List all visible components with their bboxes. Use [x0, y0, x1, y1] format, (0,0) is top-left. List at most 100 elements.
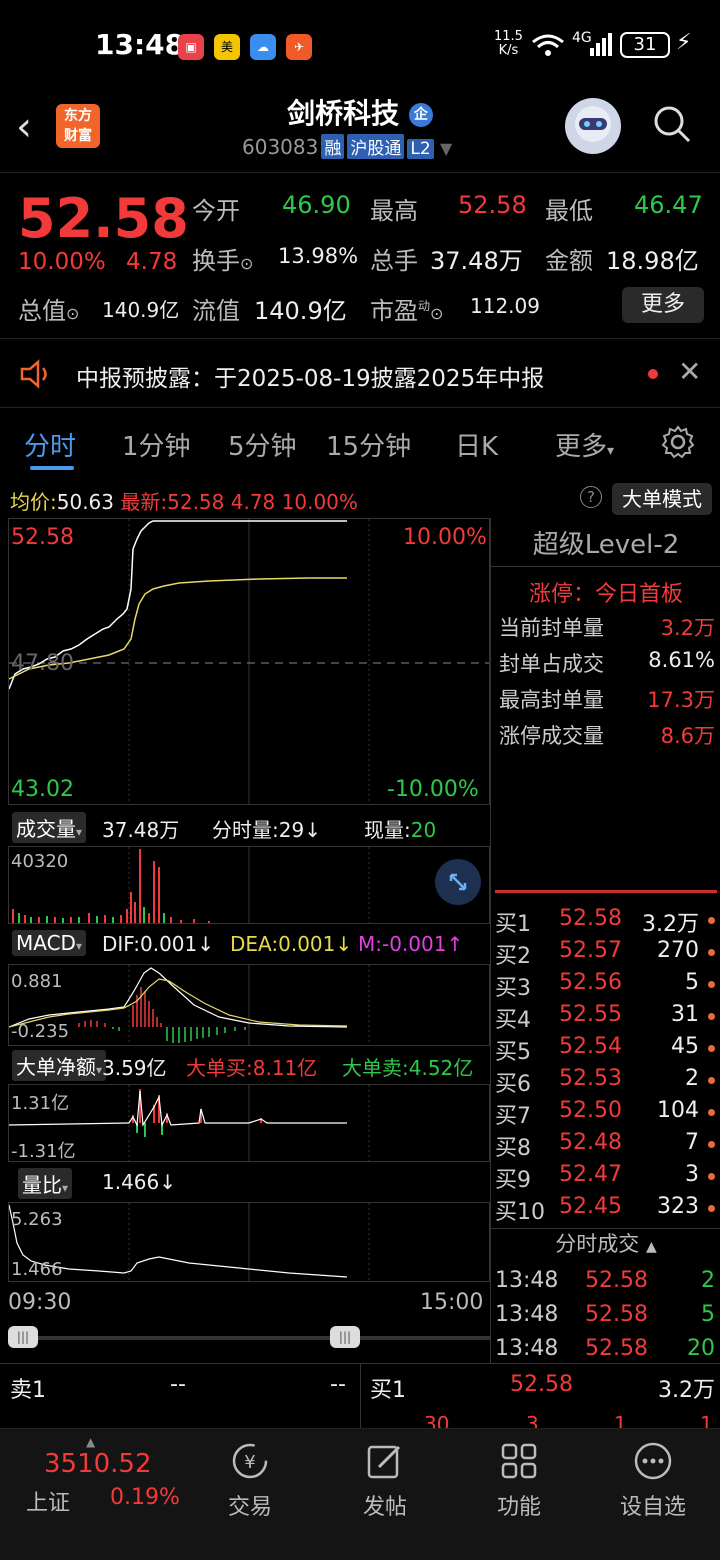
status-time: 13:48 [95, 28, 185, 61]
index-widget[interactable]: ▲ 3510.52 上证 0.19% [0, 1429, 190, 1560]
zoom-slider-track[interactable] [8, 1336, 490, 1340]
order-dot-icon [708, 1045, 715, 1052]
macd-indicator-button[interactable]: MACD▾ [12, 930, 86, 956]
wifi-icon [532, 34, 564, 56]
macd-lines [9, 965, 370, 1045]
book-level-label: 买10 [495, 1200, 545, 1225]
volume-indicator-button[interactable]: 成交量▾ [12, 812, 87, 843]
book-level-label: 买1 [495, 912, 531, 937]
zoom-slider-left-handle[interactable]: ||| [8, 1326, 38, 1348]
order-book-row[interactable]: 买5 52.54 45 [495, 1034, 717, 1066]
expand-icon[interactable] [435, 859, 481, 905]
nav-post[interactable]: 发帖 [318, 1429, 452, 1560]
big-order-mode-button[interactable]: 大单模式 [612, 483, 712, 515]
low-label: 最低 [545, 197, 593, 225]
nav-functions[interactable]: 功能 [452, 1429, 586, 1560]
notice-bar[interactable]: 中报预披露：于2025-08-19披露2025年中报 ✕ [0, 338, 720, 408]
tick-price: 52.58 [585, 1302, 648, 1327]
big-order-sell: 大单卖:4.52亿 [342, 1056, 474, 1080]
order-dot-icon [708, 949, 715, 956]
period-tabs: 分时 1分钟 5分钟 15分钟 日K 更多▾ [0, 408, 720, 480]
macd-m: M:-0.001↑ [358, 932, 464, 956]
order-book-row[interactable]: 买2 52.57 270 [495, 938, 717, 970]
tick-trades-title[interactable]: 分时成交 ▲ [491, 1228, 720, 1258]
time-axis-start: 09:30 [8, 1290, 72, 1315]
info-icon: ⊙ [66, 304, 80, 323]
tab-1min[interactable]: 1分钟 [122, 426, 191, 463]
tab-5min[interactable]: 5分钟 [228, 426, 297, 463]
volume-bars [12, 847, 370, 923]
status-bar: 13:48 ▣ 美 ☁ ✈ 11.5 K/s 4G 31 ⚡ [0, 0, 720, 90]
book-volume: 104 [657, 1098, 699, 1123]
charging-icon: ⚡ [676, 30, 692, 55]
open-value: 46.90 [282, 191, 351, 219]
order-book-row[interactable]: 买3 52.56 5 [495, 970, 717, 1002]
volume-ratio-chart[interactable]: 5.263 1.466 [8, 1202, 490, 1282]
battery-icon: 31 [620, 32, 670, 58]
order-book-row[interactable]: 买6 52.53 2 [495, 1066, 717, 1098]
nav-trade[interactable]: ¥ 交易 [183, 1429, 317, 1560]
intraday-price-chart[interactable]: 52.58 10.00% 47.80 43.02 -10.00% [8, 518, 490, 805]
trade-icon: ¥ [232, 1443, 268, 1479]
volume-ratio-button[interactable]: 量比▾ [18, 1168, 73, 1199]
buy1-label: 买1 [370, 1378, 406, 1403]
pe-label: 市盈动⊙ [370, 297, 444, 325]
macd-header: MACD▾ DIF:0.001↓ DEA:0.001↓ M:-0.001↑ [8, 926, 490, 964]
book-price: 52.56 [559, 970, 622, 995]
close-icon[interactable]: ✕ [678, 355, 701, 388]
volume-ratio-value: 1.466↓ [102, 1170, 177, 1194]
tab-more[interactable]: 更多▾ [555, 426, 614, 463]
tab-15min[interactable]: 15分钟 [326, 426, 411, 463]
book-level-label: 买5 [495, 1040, 531, 1065]
more-button[interactable]: 更多 [622, 287, 704, 323]
amount-value: 18.98亿 [606, 247, 699, 275]
active-tab-indicator [30, 466, 74, 470]
book-volume: 2 [685, 1066, 699, 1091]
book-level-label: 买9 [495, 1168, 531, 1193]
mktcap-label: 总值⊙ [18, 297, 80, 325]
book-level-label: 买2 [495, 944, 531, 969]
macd-chart[interactable]: 0.881 -0.235 [8, 964, 490, 1046]
big-order-indicator-button[interactable]: 大单净额▾ [12, 1050, 107, 1081]
order-dot-icon [708, 1013, 715, 1020]
order-book-row[interactable]: 买8 52.48 7 [495, 1130, 717, 1162]
book-level-label: 买4 [495, 1008, 531, 1033]
assistant-robot-icon[interactable] [565, 98, 621, 154]
bottom-quote-strip: 卖1 -- -- 买1 52.58 3.2万 30 3 1 1 [0, 1363, 720, 1436]
book-volume: 5 [685, 970, 699, 995]
tick-time: 13:48 [495, 1336, 559, 1361]
cloud-app-icon: ☁ [250, 34, 276, 60]
help-icon[interactable]: ? [580, 486, 602, 508]
book-price: 52.54 [559, 1034, 622, 1059]
nav-watchlist[interactable]: 设自选 [586, 1429, 720, 1560]
level2-title: 超级Level-2 [532, 530, 680, 560]
order-book-row[interactable]: 买10 52.45 323 [495, 1194, 717, 1226]
order-book-row[interactable]: 买1 52.58 3.2万 [495, 906, 717, 938]
open-label: 今开 [192, 197, 240, 225]
big-order-header: 大单净额▾ 3.59亿 大单买:8.11亿 大单卖:4.52亿 [8, 1046, 490, 1084]
grid-icon [501, 1443, 537, 1479]
quote-panel: 52.58 10.00% 4.78 今开 46.90 最高 52.58 最低 4… [0, 172, 720, 337]
settings-gear-icon[interactable] [660, 424, 696, 460]
zoom-slider-right-handle[interactable]: ||| [330, 1326, 360, 1348]
tab-intraday[interactable]: 分时 [24, 426, 76, 463]
macd-dea: DEA:0.001↓ [230, 932, 353, 956]
big-order-axis-top: 1.31亿 [11, 1093, 70, 1114]
signal-icon [590, 33, 612, 56]
big-order-chart[interactable]: 1.31亿 -1.31亿 [8, 1084, 490, 1162]
order-book-row[interactable]: 买4 52.55 31 [495, 1002, 717, 1034]
seal-max-row: 最高封单量 17.3万 [499, 688, 715, 712]
macd-axis-bottom: -0.235 [11, 1021, 70, 1042]
search-icon[interactable] [652, 104, 692, 144]
index-value: 3510.52 [44, 1449, 152, 1479]
pct-axis-top: 10.00% [403, 525, 487, 550]
volume-chart[interactable]: 40320 [8, 846, 490, 924]
tick-time: 13:48 [495, 1268, 559, 1293]
tab-daily-k[interactable]: 日K [455, 426, 498, 463]
more-dots-icon [634, 1442, 672, 1480]
volume-value: 37.48万 [430, 247, 523, 275]
order-book-row[interactable]: 买9 52.47 3 [495, 1162, 717, 1194]
turnover-value: 13.98% [278, 244, 359, 268]
book-level-label: 买6 [495, 1072, 531, 1097]
order-book-row[interactable]: 买7 52.50 104 [495, 1098, 717, 1130]
